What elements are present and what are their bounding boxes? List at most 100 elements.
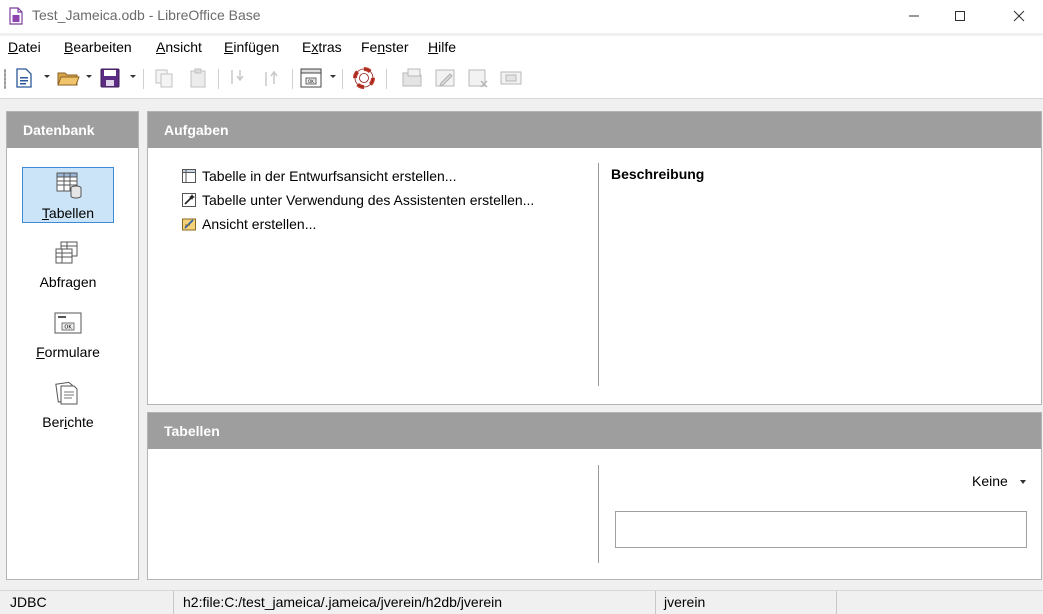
close-button[interactable] — [996, 0, 1042, 32]
label-rest: ormulare — [44, 344, 100, 360]
sidebar-item-berichte[interactable]: Berichte — [22, 377, 114, 433]
queries-icon — [55, 241, 78, 264]
tables-preview-divider[interactable] — [598, 465, 599, 563]
menu-extras[interactable]: Extras — [302, 39, 342, 55]
create-view-icon — [182, 218, 196, 231]
database-pane: Datenbank Tabellen Abfragen OK Formulare — [6, 111, 139, 580]
menu-mnemonic: n — [377, 39, 386, 55]
close-icon — [1013, 10, 1025, 22]
toolbar-separator — [292, 69, 293, 89]
menu-mnemonic: E — [224, 39, 234, 55]
sort-ascending-icon[interactable] — [260, 66, 284, 90]
toolbar-separator — [218, 69, 219, 89]
menu-bar: Datei Bearbeiten Ansicht Einfügen Extras… — [0, 36, 1043, 60]
sidebar-item-formulare[interactable]: OK Formulare — [22, 307, 114, 363]
toolbar-separator — [143, 69, 144, 89]
chevron-down-icon[interactable] — [1020, 480, 1026, 484]
database-pane-title: Datenbank — [7, 112, 138, 148]
sort-descending-icon[interactable] — [226, 66, 250, 90]
sidebar-item-abfragen[interactable]: Abfragen — [22, 237, 114, 293]
menu-label: nsicht — [165, 39, 202, 55]
rename-icon[interactable] — [499, 66, 523, 90]
status-bar: JDBC h2:file:C:/test_jameica/.jameica/jv… — [0, 590, 1043, 614]
status-database-url: h2:file:C:/test_jameica/.jameica/jverein… — [183, 594, 503, 610]
menu-einfuegen[interactable]: Einfügen — [224, 39, 279, 55]
menu-datei[interactable]: Datei — [8, 39, 41, 55]
preview-mode-dropdown[interactable]: Keine — [972, 473, 1008, 489]
new-document-icon[interactable] — [12, 66, 36, 90]
mnemonic: T — [41, 205, 49, 221]
standard-toolbar: OK — [0, 60, 1043, 99]
mnemonic: g — [73, 274, 81, 290]
new-dropdown-arrow[interactable] — [44, 75, 50, 78]
title-bar: Test_Jameica.odb - LibreOffice Base — [0, 0, 1043, 33]
sidebar-item-tabellen[interactable]: Tabellen — [22, 167, 114, 223]
forms-icon: OK — [54, 312, 82, 334]
status-separator — [655, 591, 656, 614]
tasks-panel-title: Aufgaben — [148, 112, 1041, 148]
menu-mnemonic: B — [64, 39, 74, 55]
tables-icon — [56, 172, 82, 199]
save-dropdown-arrow[interactable] — [130, 75, 136, 78]
label-pre: Ber — [42, 414, 65, 430]
form-dropdown-arrow[interactable] — [330, 75, 336, 78]
menu-fenster[interactable]: Fenster — [361, 39, 408, 55]
menu-label: earbeiten — [73, 39, 132, 55]
label-rest: en — [80, 274, 97, 290]
menu-label: ilfe — [438, 39, 457, 55]
libreoffice-base-icon — [9, 7, 23, 25]
minimize-icon — [909, 15, 919, 17]
window-title: Test_Jameica.odb - LibreOffice Base — [32, 7, 261, 23]
reports-icon — [55, 381, 78, 405]
open-dropdown-arrow[interactable] — [86, 75, 92, 78]
tables-panel-title: Tabellen — [148, 413, 1041, 449]
menu-ansicht[interactable]: Ansicht — [156, 39, 202, 55]
label-pre: Abfra — [39, 274, 74, 290]
task-label: Tabelle in der Entwurfsansicht erstellen… — [202, 168, 457, 184]
open-database-object-icon[interactable] — [400, 66, 424, 90]
preview-area — [615, 511, 1027, 548]
sidebar-item-label: Tabellen — [23, 205, 113, 221]
mnemonic: F — [36, 344, 45, 360]
maximize-button[interactable] — [937, 0, 983, 32]
status-connection-type: JDBC — [10, 594, 47, 610]
menu-label: ster — [385, 39, 409, 55]
menu-mnemonic: D — [8, 39, 19, 55]
maximize-icon — [955, 11, 965, 21]
toolbar-separator — [386, 69, 387, 89]
sidebar-item-label: Berichte — [22, 414, 114, 430]
menu-mnemonic: H — [428, 39, 439, 55]
menu-hilfe[interactable]: Hilfe — [428, 39, 456, 55]
menu-label: E — [302, 39, 312, 55]
menu-label: tras — [318, 39, 342, 55]
delete-icon[interactable] — [466, 66, 490, 90]
menu-label: atei — [18, 39, 41, 55]
svg-text:OK: OK — [64, 325, 72, 331]
menu-mnemonic: A — [156, 39, 166, 55]
copy-icon[interactable] — [152, 66, 176, 90]
toolbar-separator — [342, 69, 343, 89]
tasks-panel: Aufgaben Tabelle in der Entwurfsansicht … — [147, 111, 1042, 405]
help-lifebuoy-icon[interactable] — [352, 66, 376, 90]
task-label: Ansicht erstellen... — [202, 216, 317, 232]
task-create-table-wizard[interactable]: Tabelle unter Verwendung des Assistenten… — [181, 190, 534, 210]
menu-bearbeiten[interactable]: Bearbeiten — [64, 39, 132, 55]
sidebar-item-label: Formulare — [22, 344, 114, 360]
svg-text:OK: OK — [308, 79, 314, 84]
label-rest: abellen — [48, 205, 95, 221]
save-icon[interactable] — [98, 66, 122, 90]
paste-icon[interactable] — [186, 66, 210, 90]
tasks-description-divider[interactable] — [598, 163, 599, 386]
minimize-button[interactable] — [891, 0, 937, 32]
form-icon[interactable]: OK — [299, 66, 323, 90]
description-title: Beschreibung — [611, 166, 705, 182]
task-create-view[interactable]: Ansicht erstellen... — [181, 214, 316, 234]
status-separator — [173, 591, 174, 614]
label-rest: chte — [67, 414, 94, 430]
task-label: Tabelle unter Verwendung des Assistenten… — [202, 192, 535, 208]
open-icon[interactable] — [56, 66, 80, 90]
toolbar-grip[interactable] — [4, 69, 6, 89]
task-create-table-design[interactable]: Tabelle in der Entwurfsansicht erstellen… — [181, 166, 456, 186]
edit-icon[interactable] — [433, 66, 457, 90]
table-design-icon — [182, 169, 196, 183]
